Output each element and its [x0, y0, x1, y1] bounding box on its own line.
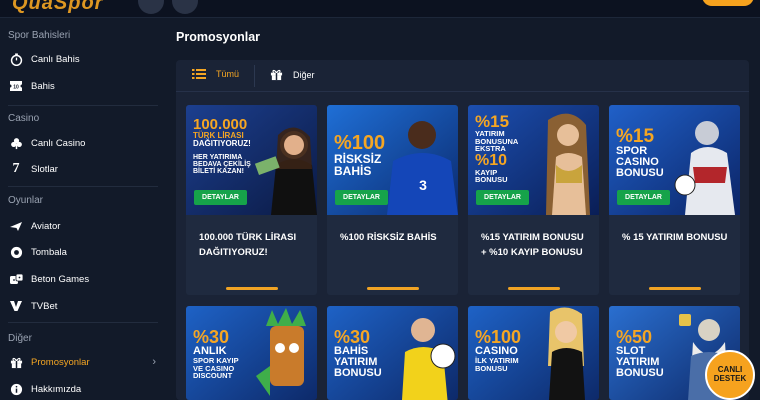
details-button[interactable]: DETAYLAR	[476, 190, 529, 205]
sidebar-item-promosyonlar[interactable]: Promosyonlar ›	[8, 352, 158, 372]
sidebar-item-label: Beton Games	[31, 273, 90, 285]
details-button[interactable]: DETAYLAR	[194, 190, 247, 205]
sidebar-item-beton-games[interactable]: Beton Games	[8, 269, 158, 289]
sidebar-item-tombala[interactable]: Tombala	[8, 242, 158, 262]
promo-card[interactable]: 100.000 TÜRK LİRASI DAĞITIYORUZ! HER YAT…	[186, 105, 317, 295]
filter-label: Diğer	[293, 69, 315, 80]
top-bar: QuaSpor	[0, 0, 760, 18]
sidebar-item-label: Bahis	[31, 80, 55, 92]
promo-banner-text: %30 ANLIK SPOR KAYIP VE CASINO DISCOUNT	[193, 327, 239, 380]
live-support-line2: DESTEK	[713, 374, 747, 384]
promo-banner-text: %50 SLOT YATIRIM BONUSU	[616, 327, 664, 379]
sidebar-item-label: Promosyonlar	[31, 356, 90, 368]
promo-title: % 15 YATIRIM BONUSU	[622, 232, 728, 243]
promo-card[interactable]: %100 CASINO İLK YATIRIM BONUSU	[468, 306, 599, 400]
promo-card[interactable]: %15 YATIRIM BONUSUNA EKSTRA %10 KAYIP BO…	[468, 105, 599, 295]
filter-divider	[254, 65, 255, 87]
site-logo[interactable]: QuaSpor	[12, 0, 103, 15]
sidebar-item-label: Aviator	[31, 220, 61, 232]
sidebar-divider	[8, 322, 158, 323]
promo-accent-bar	[226, 287, 278, 290]
sidebar-item-label: Slotlar	[31, 163, 58, 175]
chevron-right-icon: ›	[152, 356, 156, 368]
sidebar-item-canli-bahis[interactable]: Canlı Bahis	[8, 49, 158, 69]
filter-bar: Tümü Diğer	[176, 60, 749, 92]
promo-card[interactable]: %30 ANLIK SPOR KAYIP VE CASINO DISCOUNT	[186, 306, 317, 400]
promo-banner[interactable]: 100.000 TÜRK LİRASI DAĞITIYORUZ! HER YAT…	[186, 105, 317, 215]
sidebar-section-title: Spor Bahisleri	[8, 30, 71, 41]
promo-banner[interactable]: %30 BAHİS YATIRIM BONUSU	[327, 306, 458, 400]
promo-accent-bar	[508, 287, 560, 290]
promo-banner-text: %30 BAHİS YATIRIM BONUSU	[334, 327, 382, 379]
promo-title: %15 YATIRIM BONUSU + %10 KAYIP BONUSU	[481, 232, 584, 259]
promo-title: 100.000 TÜRK LİRASI DAĞITIYORUZ!	[199, 232, 297, 259]
promo-banner[interactable]: %15 YATIRIM BONUSUNA EKSTRA %10 KAYIP BO…	[468, 105, 599, 215]
dice-icon	[8, 271, 24, 287]
promo-banner-text: 100.000 TÜRK LİRASI DAĞITIYORUZ! HER YAT…	[193, 116, 251, 175]
promo-accent-bar	[367, 287, 419, 290]
filter-tab-other[interactable]: Diğer	[270, 68, 315, 81]
sidebar-item-label: Tombala	[31, 246, 67, 258]
live-support-line1: CANLI	[717, 365, 743, 374]
filter-tab-all[interactable]: Tümü	[192, 68, 239, 80]
promo-banner[interactable]: %15 SPOR CASINO BONUSU DETAYLAR	[609, 105, 740, 215]
sidebar-item-bahis[interactable]: 10 Bahis	[8, 76, 158, 96]
sidebar-section-title: Oyunlar	[8, 195, 44, 206]
svg-text:3: 3	[419, 177, 427, 193]
promotions-panel: Tümü Diğer 100.000 TÜRK LİRASI DAĞITIYOR…	[176, 60, 749, 400]
gift-icon	[270, 68, 283, 81]
header-cta-button[interactable]	[702, 0, 754, 6]
sidebar: Spor Bahisleri Canlı Bahis 10 Bahis Casi…	[0, 18, 165, 400]
promo-banner[interactable]: %30 ANLIK SPOR KAYIP VE CASINO DISCOUNT	[186, 306, 317, 400]
promo-title: %100 RİSKSİZ BAHİS	[340, 232, 437, 243]
sidebar-section-title: Diğer	[8, 333, 32, 344]
promo-banner-text: %15 SPOR CASINO BONUSU	[616, 126, 664, 179]
promo-banner-text: %100 RİSKSİZ BAHİS	[334, 132, 386, 178]
promo-card[interactable]: %30 BAHİS YATIRIM BONUSU	[327, 306, 458, 400]
ticket-icon: 10	[8, 78, 24, 94]
list-icon	[192, 68, 206, 80]
header-round-button[interactable]	[138, 0, 164, 14]
header-round-button[interactable]	[172, 0, 198, 14]
tvbet-icon	[8, 298, 24, 314]
svg-text:10: 10	[13, 85, 19, 91]
sidebar-item-tvbet[interactable]: TVBet	[8, 296, 158, 316]
filter-label: Tümü	[216, 69, 240, 79]
sidebar-item-canli-casino[interactable]: Canlı Casino	[8, 133, 158, 153]
details-button[interactable]: DETAYLAR	[617, 190, 670, 205]
club-icon	[8, 135, 24, 151]
promo-banner[interactable]: %100 CASINO İLK YATIRIM BONUSU	[468, 306, 599, 400]
promo-banner[interactable]: 3 %100 RİSKSİZ BAHİS DETAYLAR	[327, 105, 458, 215]
promo-accent-bar	[649, 287, 701, 290]
ball-icon	[8, 244, 24, 260]
details-button[interactable]: DETAYLAR	[335, 190, 388, 205]
promo-card[interactable]: 3 %100 RİSKSİZ BAHİS DETAYLAR %100 RİSKS…	[327, 105, 458, 295]
live-support-button[interactable]: CANLI DESTEK	[705, 350, 755, 400]
sidebar-divider	[8, 105, 158, 106]
promo-card[interactable]: %15 SPOR CASINO BONUSU DETAYLAR % 15 YAT…	[609, 105, 740, 295]
sidebar-item-label: TVBet	[31, 300, 58, 312]
plane-icon	[8, 218, 24, 234]
gift-icon	[8, 354, 24, 370]
sidebar-section-title: Casino	[8, 113, 40, 124]
sidebar-item-aviator[interactable]: Aviator	[8, 216, 158, 236]
sidebar-item-hakkimizda[interactable]: Hakkımızda	[8, 379, 158, 399]
stopwatch-icon	[8, 51, 24, 67]
promo-banner-text: %15 YATIRIM BONUSUNA EKSTRA %10 KAYIP BO…	[475, 112, 519, 184]
seven-icon: 7	[12, 161, 20, 176]
page-title: Promosyonlar	[176, 30, 261, 44]
promo-banner-text: %100 CASINO İLK YATIRIM BONUSU	[475, 327, 522, 373]
sidebar-item-label: Canlı Bahis	[31, 53, 80, 65]
sidebar-item-label: Hakkımızda	[31, 383, 82, 395]
sidebar-item-slotlar[interactable]: 7 Slotlar	[8, 159, 158, 179]
info-icon	[8, 381, 24, 397]
sidebar-divider	[8, 186, 158, 187]
sidebar-item-label: Canlı Casino	[31, 137, 86, 149]
